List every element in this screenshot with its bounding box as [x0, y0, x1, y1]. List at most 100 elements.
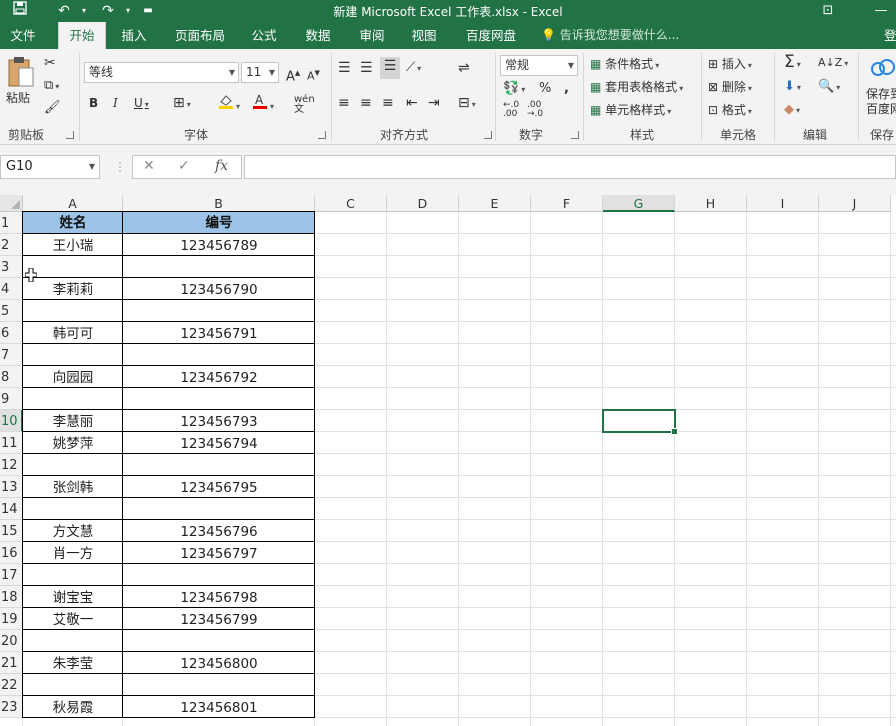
table-cell[interactable]: 123456791: [123, 322, 315, 344]
align-right-icon[interactable]: ≡: [382, 94, 394, 112]
column-header-a[interactable]: A: [23, 195, 123, 212]
table-cell[interactable]: 123456794: [123, 432, 315, 454]
font-name-combo[interactable]: 等线 ▼: [84, 62, 239, 83]
italic-button[interactable]: I: [113, 94, 118, 112]
table-cell[interactable]: 谢宝宝: [23, 586, 123, 608]
tab-formulas[interactable]: 公式: [244, 22, 284, 49]
row-header-3[interactable]: 3: [0, 256, 23, 278]
cut-icon[interactable]: ✂: [44, 54, 56, 72]
accounting-format-icon[interactable]: 💱 ▾: [503, 80, 525, 99]
align-center-icon[interactable]: ≡: [360, 94, 372, 112]
conditional-format-button[interactable]: ▦ 条件格式 ▾: [590, 55, 659, 75]
enter-icon[interactable]: ✓: [178, 158, 190, 174]
tab-review[interactable]: 审阅: [350, 22, 394, 49]
underline-button[interactable]: U ▾: [134, 94, 149, 114]
row-header-21[interactable]: 21: [0, 652, 23, 674]
table-cell[interactable]: 123456793: [123, 410, 315, 432]
number-launcher-icon[interactable]: [571, 131, 579, 139]
format-cells-button[interactable]: ⊡ 格式 ▾: [708, 101, 752, 121]
row-header-18[interactable]: 18: [0, 586, 23, 608]
table-cell[interactable]: [23, 344, 123, 366]
table-cell[interactable]: [23, 300, 123, 322]
tab-home[interactable]: 开始: [58, 22, 106, 49]
table-cell[interactable]: 秋易霞: [23, 696, 123, 718]
bold-button[interactable]: B: [89, 94, 98, 112]
table-cell[interactable]: 王小瑞: [23, 234, 123, 256]
table-header-cell[interactable]: 编号: [123, 212, 315, 234]
table-cell[interactable]: [23, 564, 123, 586]
table-cell[interactable]: [123, 300, 315, 322]
table-cell[interactable]: 123456790: [123, 278, 315, 300]
table-cell[interactable]: [123, 564, 315, 586]
fill-icon[interactable]: ⬇ ▾: [784, 78, 801, 97]
percent-icon[interactable]: %: [539, 80, 551, 98]
format-painter-icon[interactable]: 🖌: [44, 99, 61, 117]
borders-icon[interactable]: ⊞ ▾: [173, 94, 191, 114]
row-header-5[interactable]: 5: [0, 300, 23, 322]
minimize-icon[interactable]: —: [866, 0, 896, 22]
row-header-14[interactable]: 14: [0, 498, 23, 520]
table-cell[interactable]: [23, 498, 123, 520]
row-header-10[interactable]: 10: [0, 410, 23, 432]
font-color-icon[interactable]: A ▾: [252, 93, 274, 116]
table-cell[interactable]: [123, 454, 315, 476]
table-cell[interactable]: 朱李莹: [23, 652, 123, 674]
table-cell[interactable]: [23, 388, 123, 410]
table-cell[interactable]: 123456801: [123, 696, 315, 718]
name-box[interactable]: G10 ▼: [0, 155, 100, 179]
formula-input[interactable]: [244, 155, 896, 179]
align-left-icon[interactable]: ≡: [338, 94, 350, 112]
increase-decimal-icon[interactable]: ←.0.00: [503, 101, 519, 119]
table-cell[interactable]: [23, 454, 123, 476]
worksheet-grid[interactable]: A B C D E F G H I J 1 2 3 4 5 6 7 8 9 10 11 12 13 14 15 16 17 18 19 2…: [0, 195, 896, 726]
column-header-g[interactable]: G: [603, 195, 675, 212]
column-header-j[interactable]: J: [819, 195, 891, 212]
table-cell[interactable]: 123456798: [123, 586, 315, 608]
column-header-c[interactable]: C: [315, 195, 387, 212]
fill-color-icon[interactable]: ▾: [218, 93, 240, 116]
row-header-19[interactable]: 19: [0, 608, 23, 630]
cancel-icon[interactable]: ✕: [143, 158, 155, 174]
row-header-17[interactable]: 17: [0, 564, 23, 586]
increase-font-icon[interactable]: A▲: [286, 64, 300, 86]
table-header-cell[interactable]: 姓名: [23, 212, 123, 234]
table-cell[interactable]: [123, 630, 315, 652]
column-header-h[interactable]: H: [675, 195, 747, 212]
find-select-icon[interactable]: 🔍 ▾: [818, 78, 840, 97]
row-header-8[interactable]: 8: [0, 366, 23, 388]
merge-center-icon[interactable]: ⊟ ▾: [458, 94, 476, 114]
tell-me-search[interactable]: 💡 告诉我您想要做什么...: [541, 22, 679, 49]
column-header-d[interactable]: D: [387, 195, 459, 212]
column-header-f[interactable]: F: [531, 195, 603, 212]
number-format-combo[interactable]: 常规 ▼: [500, 55, 578, 76]
row-header-22[interactable]: 22: [0, 674, 23, 696]
table-cell[interactable]: 李莉莉: [23, 278, 123, 300]
baidu-cloud-icon[interactable]: [870, 57, 896, 84]
sort-filter-icon[interactable]: A↓Z ▾: [818, 54, 848, 73]
table-cell[interactable]: 向园园: [23, 366, 123, 388]
insert-cells-button[interactable]: ⊞ 插入 ▾: [708, 55, 752, 75]
table-cell[interactable]: [123, 674, 315, 696]
row-header-2[interactable]: 2: [0, 234, 23, 256]
row-header-16[interactable]: 16: [0, 542, 23, 564]
table-cell[interactable]: 123456799: [123, 608, 315, 630]
tab-file[interactable]: 文件: [0, 22, 46, 49]
select-all-button[interactable]: [0, 195, 23, 212]
decrease-decimal-icon[interactable]: .00 →.0: [527, 101, 543, 119]
ribbon-display-icon[interactable]: ⊡: [813, 0, 843, 22]
tab-page-layout[interactable]: 页面布局: [168, 22, 232, 49]
row-header-6[interactable]: 6: [0, 322, 23, 344]
column-header-i[interactable]: I: [747, 195, 819, 212]
paste-button[interactable]: 粘贴: [6, 89, 30, 107]
decrease-indent-icon[interactable]: ⇤: [406, 94, 418, 112]
table-cell[interactable]: 张剑韩: [23, 476, 123, 498]
copy-icon[interactable]: ⧉ ▾: [44, 77, 59, 96]
tab-insert[interactable]: 插入: [112, 22, 156, 49]
table-cell[interactable]: 123456789: [123, 234, 315, 256]
increase-indent-icon[interactable]: ⇥: [428, 94, 440, 112]
table-cell[interactable]: 123456795: [123, 476, 315, 498]
font-launcher-icon[interactable]: [318, 131, 326, 139]
active-cell[interactable]: [602, 409, 678, 435]
row-header-12[interactable]: 12: [0, 454, 23, 476]
decrease-font-icon[interactable]: A▼: [307, 64, 320, 86]
